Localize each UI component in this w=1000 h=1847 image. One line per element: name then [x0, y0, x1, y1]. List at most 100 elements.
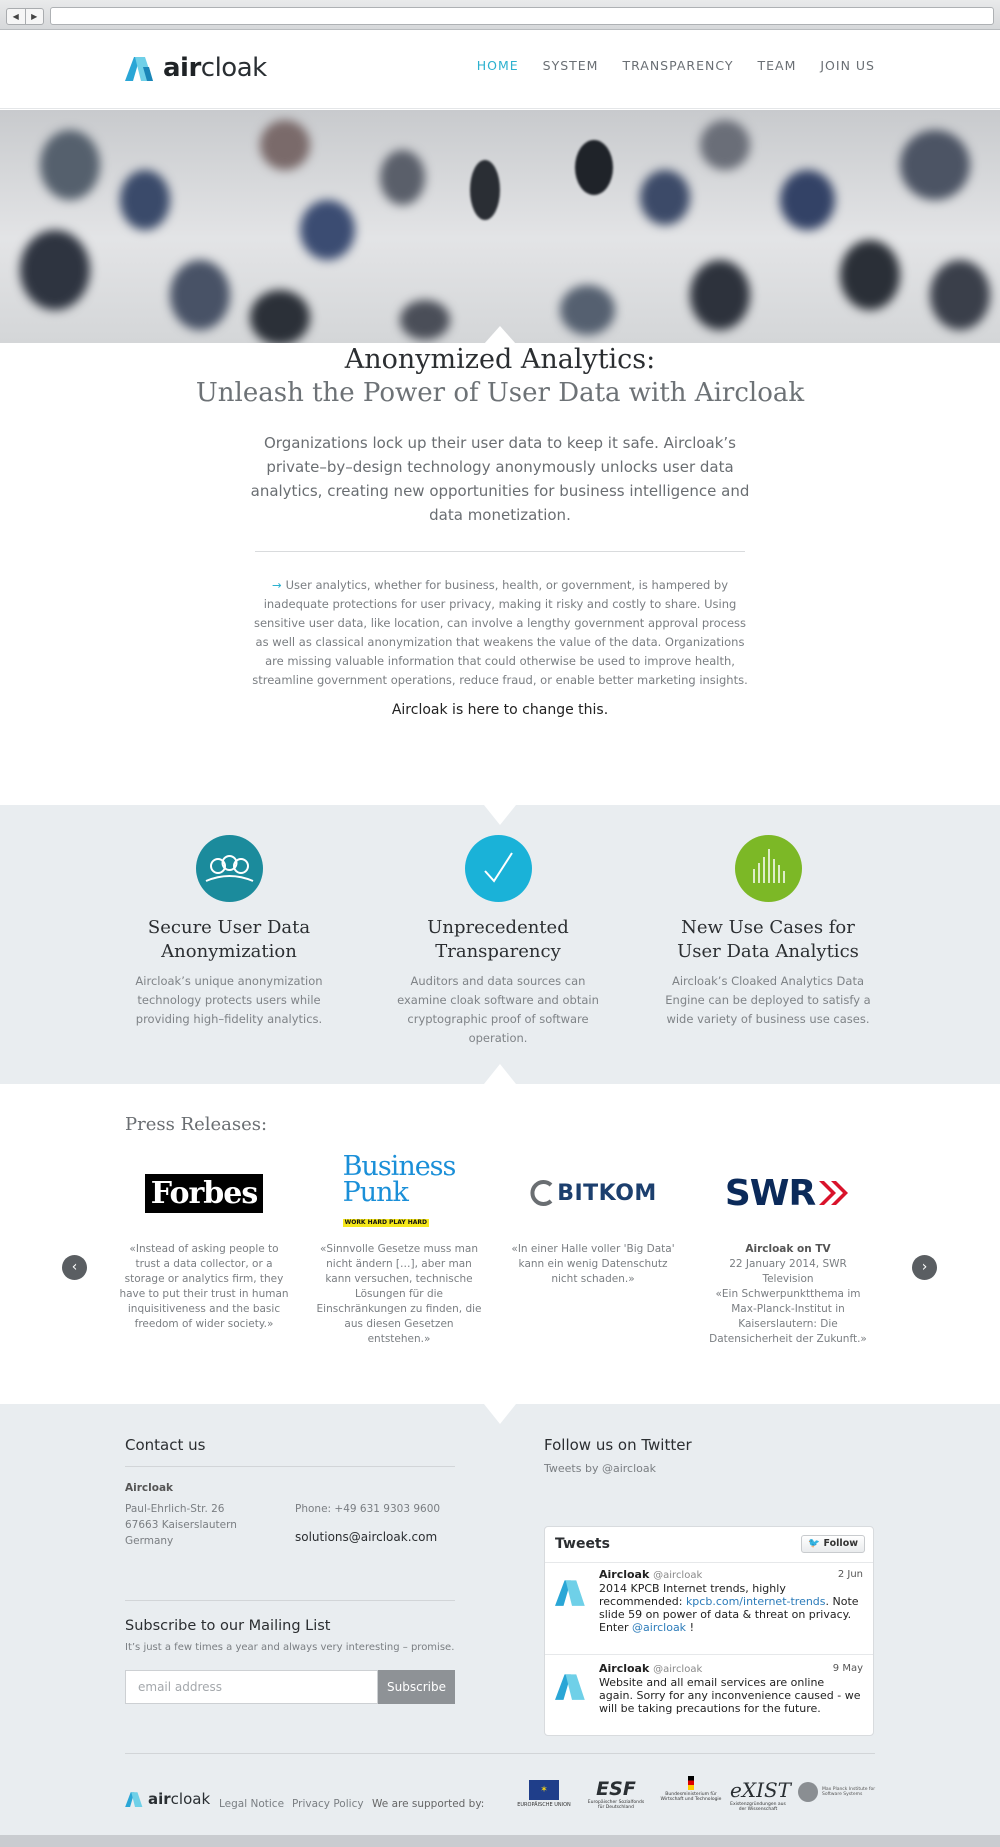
sponsor-eu: ✶ EUROPÄISCHE UNION	[514, 1780, 574, 1808]
tweet-author: Aircloak @aircloak	[599, 1662, 703, 1675]
sponsor-bmwi: Bundesministerium für Wirtschaft und Tec…	[660, 1776, 722, 1802]
browser-nav-buttons: ◀ ▶	[6, 8, 44, 25]
nav-system[interactable]: SYSTEM	[543, 58, 599, 73]
contact-title: Contact us	[125, 1436, 206, 1454]
body-paragraph: User analytics, whether for business, he…	[252, 578, 748, 687]
twitter-title: Follow us on Twitter	[544, 1436, 692, 1454]
email-input[interactable]: email address	[125, 1670, 378, 1704]
arrow-right-icon: →	[271, 578, 282, 592]
forward-button[interactable]: ▶	[24, 9, 44, 24]
feature-title: Secure User Data Anonymization	[147, 917, 311, 962]
nav-join-us[interactable]: JOIN US	[820, 58, 875, 73]
address-bar[interactable]	[50, 7, 994, 25]
forbes-logo: Forbes	[119, 1162, 289, 1224]
avatar	[555, 1580, 585, 1606]
supported-by-label: We are supported by:	[372, 1798, 485, 1810]
back-button[interactable]: ◀	[7, 9, 25, 24]
press-quote: «Instead of asking people to trust a dat…	[119, 1243, 289, 1330]
feature-title: New Use Cases for User Data Analytics	[677, 917, 859, 962]
nav-transparency[interactable]: TRANSPARENCY	[622, 58, 733, 73]
feature-anonymization: Secure User Data Anonymization Aircloak’…	[119, 835, 339, 1029]
press-quote: «In einer Halle voller 'Big Data' kann e…	[511, 1243, 675, 1285]
swr-logo: SWR	[703, 1162, 873, 1224]
privacy-policy-link[interactable]: Privacy Policy	[292, 1796, 364, 1812]
legal-notice-link[interactable]: Legal Notice	[219, 1796, 284, 1812]
email-link[interactable]: solutions@aircloak.com	[295, 1530, 437, 1544]
tweet-date: 2 Jun	[837, 1569, 863, 1580]
browser-chrome: ◀ ▶	[0, 0, 1000, 30]
logo-text: aircloak	[163, 53, 267, 83]
twitter-widget: Tweets 🐦 Follow Aircloak @aircloak 2 Jun…	[544, 1526, 874, 1736]
press-item-bitkom[interactable]: BITKOM «In einer Halle voller 'Big Data'…	[508, 1162, 678, 1287]
twitter-widget-title: Tweets	[555, 1536, 610, 1552]
features-notch-top	[484, 805, 516, 825]
company-name: Aircloak	[125, 1482, 174, 1494]
feature-transparency: Unprecedented Transparency Auditors and …	[388, 835, 608, 1048]
tweet-date: 9 May	[832, 1663, 863, 1674]
bitkom-logo: BITKOM	[508, 1162, 678, 1224]
address: Paul-Ehrlich-Str. 26 67663 Kaiserslauter…	[125, 1503, 237, 1547]
swr-arrows-icon	[819, 1181, 849, 1205]
sponsor-esf: ESF Europäischer Sozialfonds für Deutsch…	[587, 1778, 645, 1810]
footer-notch	[484, 1404, 516, 1424]
footer: Contact us Aircloak Paul-Ehrlich-Str. 26…	[0, 1404, 1000, 1835]
tweet-item[interactable]: Aircloak @aircloak 9 May Website and all…	[545, 1657, 873, 1735]
eu-flag-icon: ✶	[529, 1780, 559, 1800]
divider	[125, 1600, 455, 1601]
press-item-forbes[interactable]: Forbes «Instead of asking people to trus…	[119, 1162, 289, 1332]
press-section: Press Releases: ‹ › Forbes «Instead of a…	[0, 1084, 1000, 1404]
feature-desc: Aircloak’s Cloaked Analytics Data Engine…	[665, 974, 871, 1026]
press-text: Aircloak on TV 22 January 2014, SWR Tele…	[709, 1243, 867, 1345]
page: aircloak HOME SYSTEM TRANSPARENCY TEAM J…	[0, 30, 1000, 1835]
phone: Phone: +49 631 9303 9600	[295, 1503, 441, 1515]
page-title: Anonymized Analytics:	[344, 344, 656, 375]
footer-logo[interactable]: aircloak	[125, 1790, 210, 1808]
cta-text: Aircloak is here to change this.	[391, 702, 609, 718]
users-icon	[195, 835, 263, 902]
business-punk-logo: Business Punk WORK HARD PLAY HARD	[342, 1151, 456, 1227]
feature-desc: Auditors and data sources can examine cl…	[397, 974, 599, 1045]
nav-home[interactable]: HOME	[477, 58, 519, 73]
footer-divider	[125, 1753, 875, 1754]
intro-section: Anonymized Analytics: Unleash the Power …	[0, 343, 1000, 718]
mailing-desc: It’s just a few times a year and always …	[125, 1642, 455, 1653]
press-item-business-punk[interactable]: Business Punk WORK HARD PLAY HARD «Sinnv…	[314, 1151, 484, 1347]
aircloak-logo-icon	[125, 1792, 143, 1807]
tweet-link[interactable]: kpcb.com/internet-trends	[686, 1595, 826, 1608]
twitter-bird-icon: 🐦	[808, 1538, 821, 1549]
tweet-item[interactable]: Aircloak @aircloak 2 Jun 2014 KPCB Inter…	[545, 1563, 873, 1655]
main-nav: HOME SYSTEM TRANSPARENCY TEAM JOIN US	[477, 58, 875, 73]
max-planck-icon	[798, 1782, 818, 1802]
twitter-follow-button[interactable]: 🐦 Follow	[801, 1535, 865, 1553]
divider	[125, 1466, 455, 1467]
tweet-author: Aircloak @aircloak	[599, 1568, 703, 1581]
twitter-widget-header: Tweets 🐦 Follow	[545, 1527, 873, 1563]
carousel-next-button[interactable]: ›	[912, 1255, 937, 1280]
site-logo[interactable]: aircloak	[125, 53, 267, 83]
avatar	[555, 1674, 585, 1700]
divider	[255, 551, 745, 552]
twitter-by[interactable]: Tweets by @aircloak	[544, 1461, 656, 1477]
feature-desc: Aircloak’s unique anonymization technolo…	[135, 974, 323, 1026]
sponsor-exist: eXIST Existenzgründungen aus der Wissens…	[730, 1778, 792, 1812]
carousel-prev-button[interactable]: ‹	[62, 1255, 87, 1280]
features-section: Secure User Data Anonymization Aircloak’…	[0, 805, 1000, 1084]
press-quote: «Sinnvolle Gesetze muss man nicht ändern…	[316, 1243, 482, 1345]
german-flag-icon	[688, 1776, 694, 1790]
site-header: aircloak HOME SYSTEM TRANSPARENCY TEAM J…	[0, 30, 1000, 109]
features-notch-bottom	[484, 1064, 516, 1084]
body-text: → User analytics, whether for business, h…	[250, 576, 750, 690]
tweet-mention[interactable]: @aircloak	[632, 1621, 686, 1634]
sponsor-mpi: Max Planck Institute for Software System…	[798, 1782, 876, 1802]
lead-text: Organizations lock up their user data to…	[250, 434, 750, 524]
check-icon	[464, 835, 532, 902]
tweet-text: Website and all email services are onlin…	[599, 1676, 861, 1715]
feature-title: Unprecedented Transparency	[427, 917, 569, 962]
aircloak-logo-icon	[125, 57, 153, 81]
bitkom-icon	[530, 1180, 553, 1206]
subscribe-button[interactable]: Subscribe	[378, 1670, 455, 1704]
nav-team[interactable]: TEAM	[758, 58, 797, 73]
press-item-swr[interactable]: SWR Aircloak on TV 22 January 2014, SWR …	[703, 1162, 873, 1347]
subscribe-form: email address Subscribe	[125, 1670, 455, 1704]
hero-notch	[484, 326, 516, 344]
